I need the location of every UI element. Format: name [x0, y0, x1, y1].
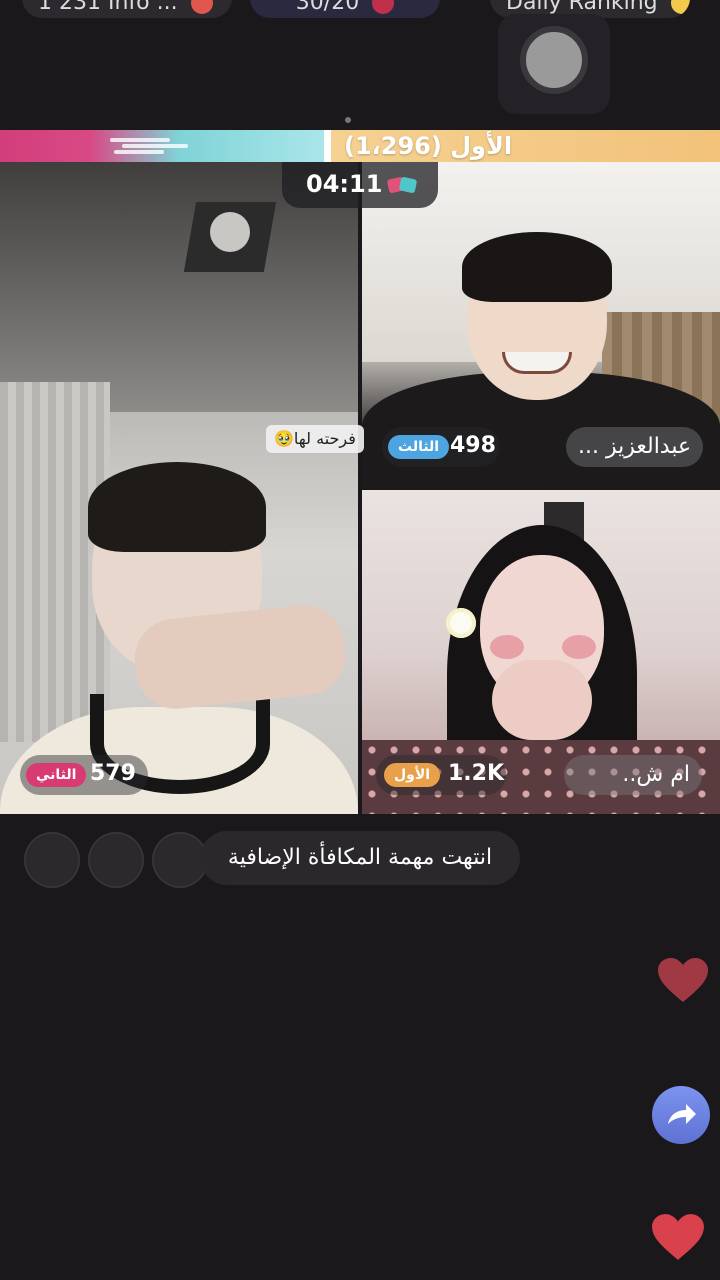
participant-score: 498 — [450, 433, 496, 458]
progress-pill[interactable]: 30/20 — [250, 0, 440, 18]
timer-text: 04:11 — [306, 170, 383, 198]
flower-icon — [446, 608, 476, 638]
daily-ranking-label: Daily Ranking — [506, 0, 658, 15]
participant-name-top-right[interactable]: عبدالعزيز ... — [566, 427, 704, 467]
share-icon — [668, 1104, 696, 1124]
participant-smile — [502, 352, 572, 374]
participant-score-chip-left[interactable]: الثاني 579 — [20, 755, 148, 795]
participant-name-bottom-right[interactable]: ام ش.. — [564, 755, 702, 795]
record-panel — [498, 14, 610, 114]
top-bar: 1 231 Info ... 30/20 Daily Ranking — [0, 0, 720, 40]
viewer-avatars[interactable] — [24, 832, 214, 890]
video-tile-left[interactable] — [0, 162, 358, 814]
page-indicator-dot — [345, 117, 351, 123]
avatar[interactable] — [88, 832, 144, 888]
participant-score: 1.2K — [448, 761, 505, 786]
participant-hair — [88, 462, 266, 552]
heart-icon[interactable] — [650, 1212, 706, 1262]
heart-icon[interactable] — [656, 956, 710, 1004]
record-icon[interactable] — [520, 26, 588, 94]
bonus-task-notice: انتهت مهمة المكافأة الإضافية — [200, 831, 520, 885]
comment-bubble: فرحته لها🥹 — [266, 425, 364, 453]
ceiling-light — [210, 212, 250, 252]
pk-streak-icon — [110, 136, 190, 156]
info-pill-label: 1 231 Info ... — [38, 0, 178, 15]
participant-name-label: ام ش.. — [622, 762, 690, 787]
blush — [490, 635, 524, 659]
pk-bar-left — [0, 130, 324, 162]
rank-badge: الثاني — [26, 763, 87, 787]
pk-icon — [387, 177, 417, 193]
participant-score-chip-bottom-right[interactable]: الأول 1.2K — [376, 755, 506, 795]
rank-badge: الثالث — [388, 435, 450, 459]
pk-timer: 04:11 — [282, 162, 438, 208]
blush — [562, 635, 596, 659]
pk-leader-label: الأول (1،296) — [344, 132, 513, 160]
participant-score: 579 — [90, 761, 136, 786]
gift-icon — [190, 0, 213, 14]
progress-pill-label: 30/20 — [295, 0, 360, 15]
pk-divider — [324, 130, 331, 162]
participant-hair — [462, 232, 612, 302]
smile-icon — [670, 0, 690, 14]
pk-progress-bar: الأول (1،296) — [0, 130, 720, 162]
rose-icon — [372, 0, 395, 14]
info-pill[interactable]: 1 231 Info ... — [22, 0, 232, 18]
share-button[interactable] — [652, 1086, 710, 1144]
avatar[interactable] — [24, 832, 80, 888]
participant-hand — [492, 660, 592, 740]
rank-badge: الأول — [384, 763, 441, 787]
participant-score-chip-top-right[interactable]: الثالث 498 — [382, 427, 500, 467]
